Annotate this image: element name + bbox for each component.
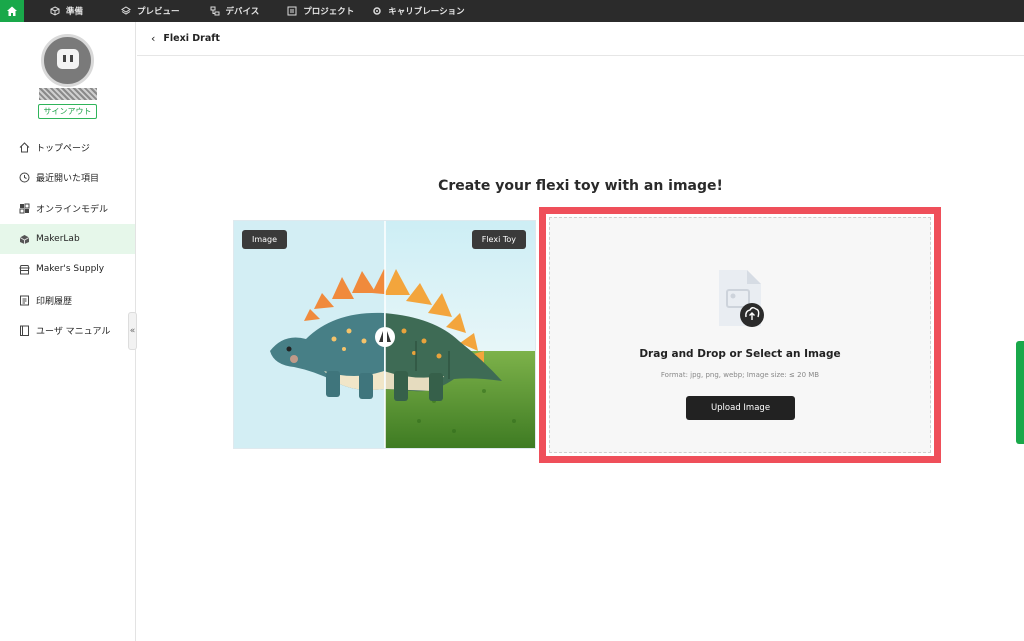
sidebar-item-home[interactable]: トップページ xyxy=(0,132,135,162)
drop-zone-title: Drag and Drop or Select an Image xyxy=(639,348,841,360)
robot-avatar-icon xyxy=(56,48,79,69)
cube-icon xyxy=(50,6,60,16)
sidebar-item-makers-supply[interactable]: Maker's Supply xyxy=(0,254,135,284)
tab-device-label: デバイス xyxy=(225,7,260,17)
makerlab-icon xyxy=(19,234,30,244)
back-button[interactable]: ‹ xyxy=(151,32,155,45)
history-icon xyxy=(20,295,29,305)
project-icon xyxy=(287,6,297,16)
sidebar-collapse-button[interactable]: « xyxy=(128,312,137,350)
sidebar-item-online-models[interactable]: オンラインモデル xyxy=(0,193,135,223)
models-icon xyxy=(19,203,30,213)
sidebar-item-label: MakerLab xyxy=(36,234,80,244)
sidebar-item-label: トップページ xyxy=(36,143,90,154)
tab-prepare-label: 準備 xyxy=(66,7,84,17)
sidebar-item-label: 印刷履歴 xyxy=(36,296,73,307)
sidebar-item-label: ユーザ マニュアル xyxy=(36,326,111,337)
dinosaur-illustration xyxy=(234,221,535,448)
flexi-toy-tag: Flexi Toy xyxy=(471,230,526,249)
tab-project[interactable]: プロジェクト xyxy=(287,5,354,17)
upload-image-button[interactable]: Upload Image xyxy=(686,396,795,420)
before-after-compare[interactable]: Image Flexi Toy xyxy=(233,220,536,449)
tab-calibration[interactable]: キャリブレーション xyxy=(372,5,465,17)
drop-zone-subtitle: Format: jpg, png, webp; Image size: ≤ 20… xyxy=(660,371,820,379)
clock-icon xyxy=(19,172,30,182)
upload-highlight-frame: Drag and Drop or Select an Image Format:… xyxy=(539,207,941,463)
signout-button[interactable]: サインアウト xyxy=(38,104,97,119)
sidebar-item-print-history[interactable]: 印刷履歴 xyxy=(0,285,135,315)
image-upload-icon xyxy=(719,270,764,327)
tab-device[interactable]: デバイス xyxy=(210,5,260,17)
sidebar-item-label: Maker's Supply xyxy=(36,264,105,274)
sidebar-item-label: 最近開いた項目 xyxy=(36,173,100,184)
home-icon xyxy=(7,6,17,16)
tab-preview-label: プレビュー xyxy=(137,7,180,17)
devices-icon xyxy=(210,6,220,16)
layers-icon xyxy=(121,6,131,15)
sidebar: サインアウト トップページ 最近開いた項目 オンラインモデル MakerLab … xyxy=(0,22,136,641)
tab-prepare[interactable]: 準備 xyxy=(50,5,83,17)
home-outline-icon xyxy=(19,141,30,152)
sidebar-item-recent[interactable]: 最近開いた項目 xyxy=(0,162,135,192)
calibration-icon xyxy=(373,7,382,15)
home-button[interactable] xyxy=(0,0,24,22)
username-blurred xyxy=(39,88,97,100)
sidebar-item-label: オンラインモデル xyxy=(36,204,109,215)
sidebar-item-manual[interactable]: ユーザ マニュアル xyxy=(0,315,135,345)
sidebar-item-makerlab[interactable]: MakerLab xyxy=(0,224,135,254)
tab-calibration-label: キャリブレーション xyxy=(388,7,465,17)
main-heading: Create your flexi toy with an image! xyxy=(438,178,723,194)
manual-icon xyxy=(20,325,29,336)
page-header: ‹ Flexi Draft xyxy=(137,22,1024,56)
page-title: Flexi Draft xyxy=(163,33,220,44)
image-tag: Image xyxy=(242,230,288,249)
top-menu-bar: 準備 プレビュー デバイス プロジェクト キャリブレーション xyxy=(0,0,1024,22)
feedback-side-tab[interactable] xyxy=(1016,341,1024,444)
avatar[interactable] xyxy=(41,34,94,87)
tab-preview[interactable]: プレビュー xyxy=(121,5,180,17)
supply-icon xyxy=(19,264,30,274)
tab-project-label: プロジェクト xyxy=(303,7,355,17)
image-drop-zone[interactable]: Drag and Drop or Select an Image Format:… xyxy=(549,217,931,453)
